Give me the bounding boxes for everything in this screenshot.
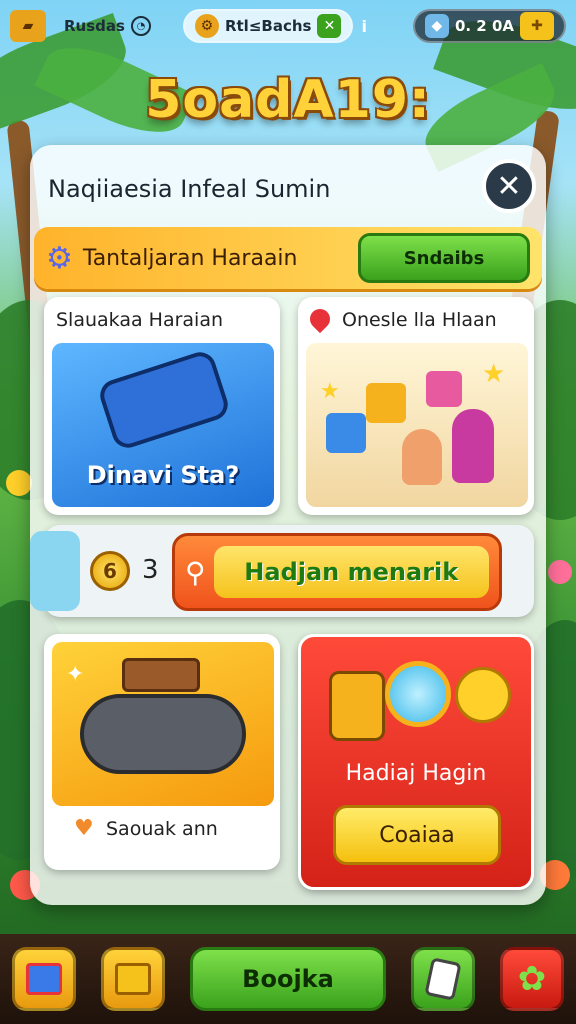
heart-icon: ♥ [74, 816, 94, 841]
card-right-top-label: Onesle lla Hlaan [342, 309, 497, 331]
gift-box-icon [326, 413, 366, 453]
gift-box-icon [426, 371, 462, 407]
info-icon[interactable]: ⅰ [361, 17, 366, 36]
close-x-icon: ✕ [317, 14, 342, 38]
nav-chest-button[interactable] [12, 947, 76, 1011]
chest-icon [26, 963, 62, 995]
header-banner: ⚙ Tantaljaran Haraain Sndaibs [34, 227, 542, 289]
coin-icon: 6 [90, 551, 130, 591]
top-bar: ▰ Rusdas ◔ ⚙ Rtl≤Bachs ✕ ⅰ ◆ 0. 2 0A ✚ [0, 0, 576, 52]
close-button[interactable]: ✕ [482, 159, 536, 213]
nav-box-button[interactable] [101, 947, 165, 1011]
banner-button-label: Sndaibs [403, 247, 485, 269]
map-pin-icon [305, 304, 335, 334]
gamepad-icon [80, 694, 246, 774]
box-icon [115, 963, 151, 995]
banner-action-button[interactable]: Sndaibs [358, 233, 530, 283]
nav-center-button[interactable]: Boojka [190, 947, 386, 1011]
medal-icon: ⚙ [194, 14, 219, 38]
card-left-bottom-label: Saouak ann [106, 818, 218, 840]
nav-center-label: Boojka [242, 965, 334, 993]
star-icon: ★ [482, 359, 506, 389]
controller-artwork: ✦ [52, 642, 274, 806]
close-icon: ✕ [496, 168, 522, 204]
bottom-nav-bar: Boojka ✿ [0, 934, 576, 1024]
game-logo: 5oadA19: [145, 70, 431, 130]
card-right-bottom[interactable]: Hadiaj Hagin Coaiaa [298, 634, 534, 890]
banner-label: Tantaljaran Haraain [82, 245, 298, 271]
key-icon: ⚲ [185, 555, 206, 589]
character-icon [402, 429, 442, 485]
red-card-button-label: Coaiaa [379, 822, 455, 848]
gift-box-icon [366, 383, 406, 423]
star-icon: ★ [320, 379, 340, 404]
claim-reward-label: Hadjan menarik [244, 558, 459, 586]
card-right-top[interactable]: Onesle lla Hlaan ★ ★ [298, 297, 534, 515]
sparkle-icon: ✦ [66, 662, 85, 687]
gear-icon[interactable]: ⚙ [46, 241, 73, 276]
fruit-artwork [323, 657, 515, 747]
puzzle-icon: ✿ [517, 959, 547, 999]
coin-value: 6 [103, 559, 117, 583]
currency-pill[interactable]: ◆ 0. 2 0A ✚ [412, 9, 566, 43]
clock-icon: ◔ [130, 16, 151, 36]
ticket-art-text: Dinavi Sta? [86, 461, 240, 489]
character-icon [452, 409, 494, 483]
panel-title: Naqiiaesia Infeal Sumin [48, 175, 331, 203]
badge-pill[interactable]: ⚙ Rtl≤Bachs ✕ [182, 9, 354, 43]
player-name-pill[interactable]: Rusdas ◔ [54, 9, 161, 43]
red-card-action-button[interactable]: Coaiaa [333, 805, 501, 865]
add-plus-icon[interactable]: ✚ [520, 12, 554, 40]
reward-count: 3 [142, 555, 159, 585]
characters-artwork: ★ ★ [306, 343, 528, 507]
crate-icon [122, 658, 200, 692]
card-left-top-label: Slauakaa Haraian [56, 309, 224, 331]
badge-text: Rtl≤Bachs [224, 17, 312, 35]
sun-icon [455, 667, 511, 723]
card-icon [424, 957, 462, 1001]
pineapple-icon [329, 671, 385, 741]
strip-accent [30, 531, 80, 611]
player-name: Rusdas [64, 17, 125, 35]
trophy-icon[interactable]: ▰ [10, 10, 46, 42]
currency-value: 0. 2 0A [454, 17, 514, 35]
card-left-top[interactable]: Slauakaa Haraian Dinavi Sta? [44, 297, 280, 515]
card-right-bottom-label: Hadiaj Hagin [345, 761, 487, 786]
card-left-bottom[interactable]: ✦ ♥ Saouak ann [44, 634, 280, 870]
nav-puzzle-button[interactable]: ✿ [500, 947, 564, 1011]
claim-reward-button[interactable]: ⚲ Hadjan menarik [172, 533, 502, 611]
nav-card-button[interactable] [411, 947, 475, 1011]
ticket-icon [96, 348, 232, 452]
main-panel: Naqiiaesia Infeal Sumin ✕ ⚙ Tantaljaran … [30, 145, 546, 905]
magnifier-icon [385, 661, 451, 727]
ticket-artwork: Dinavi Sta? [52, 343, 274, 507]
gem-icon: ◆ [424, 14, 449, 38]
